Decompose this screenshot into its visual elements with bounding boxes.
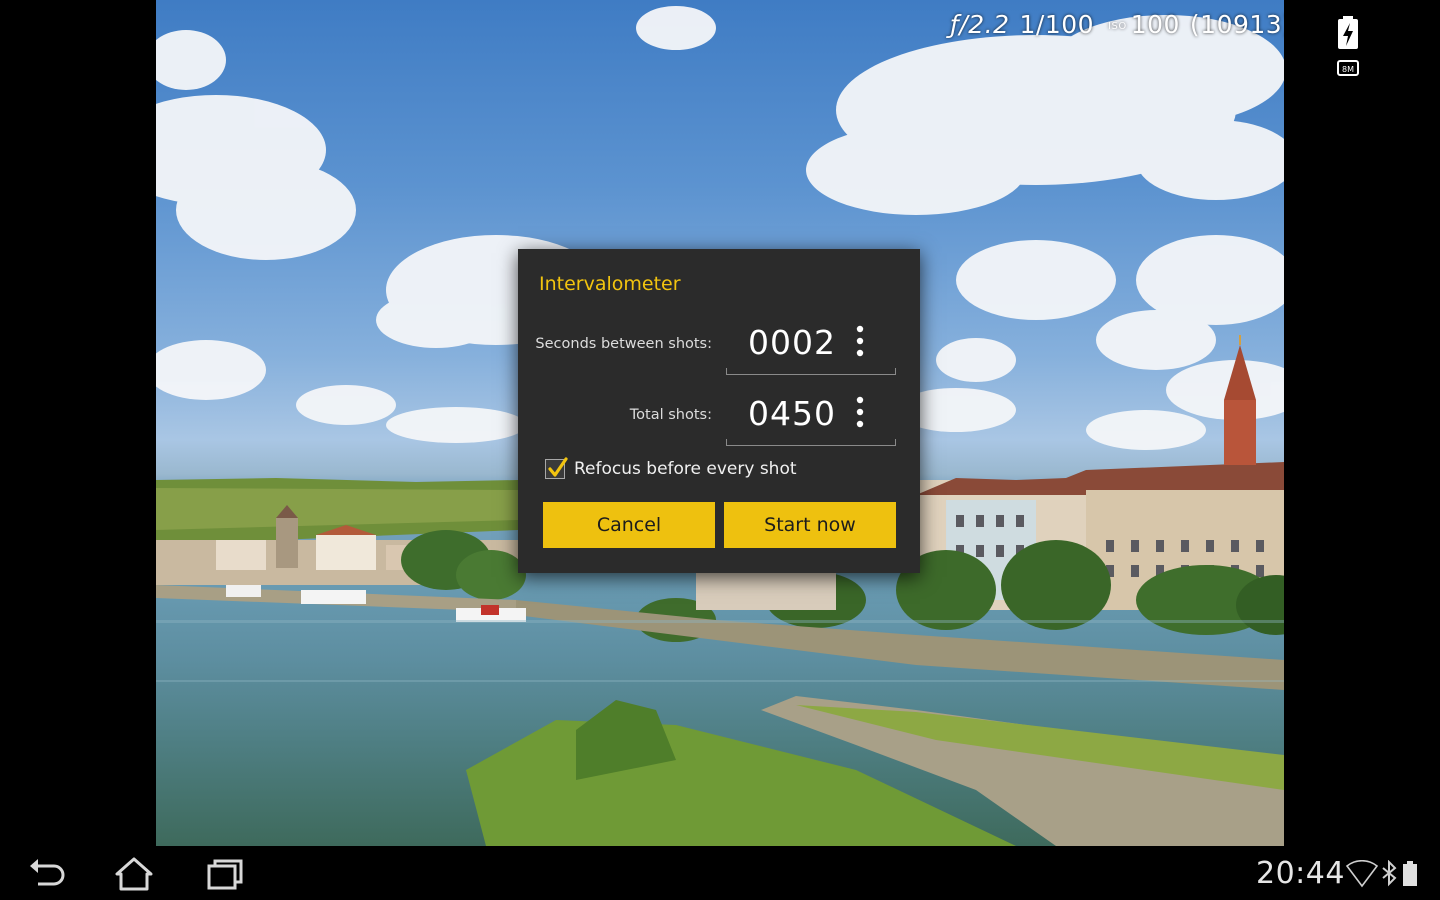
total-shots-field[interactable]: 0450 bbox=[726, 388, 896, 446]
camera-side-status: 8M bbox=[1330, 16, 1366, 76]
back-icon[interactable] bbox=[24, 856, 68, 892]
shutter-value: 1/100 bbox=[1019, 10, 1095, 39]
refocus-checkbox[interactable] bbox=[545, 457, 568, 479]
iso-value: 100 bbox=[1130, 10, 1180, 39]
recent-apps-icon[interactable] bbox=[203, 856, 247, 892]
dialog-title: Intervalometer bbox=[539, 273, 681, 295]
wifi-icon bbox=[1345, 860, 1379, 888]
seconds-between-shots-label: Seconds between shots: bbox=[535, 336, 712, 352]
seconds-between-shots-value[interactable]: 0002 bbox=[748, 323, 836, 362]
home-icon[interactable] bbox=[112, 856, 156, 892]
status-clock: 20:44 bbox=[1256, 856, 1345, 891]
more-vert-icon[interactable] bbox=[854, 396, 866, 428]
total-shots-label: Total shots: bbox=[629, 407, 712, 423]
intervalometer-dialog: Intervalometer Seconds between shots: 00… bbox=[518, 249, 920, 573]
system-navigation-bar bbox=[0, 846, 1440, 900]
refocus-checkbox-row[interactable]: Refocus before every shot bbox=[545, 457, 797, 481]
flash-icon[interactable] bbox=[1337, 16, 1359, 50]
storage-icon: 8M bbox=[1337, 60, 1359, 76]
iso-label: ISO bbox=[1108, 20, 1127, 32]
camera-exposure-readout: ƒ/2.21/100ISO100(10913)+0 bbox=[950, 10, 1284, 44]
bluetooth-icon bbox=[1382, 860, 1397, 887]
storage-label: 8M bbox=[1342, 65, 1354, 74]
aperture-value: ƒ/2.2 bbox=[950, 10, 1010, 39]
system-status-icons bbox=[1345, 860, 1417, 888]
seconds-between-shots-field[interactable]: 0002 bbox=[726, 317, 896, 375]
more-vert-icon[interactable] bbox=[854, 325, 866, 357]
refocus-label[interactable]: Refocus before every shot bbox=[574, 459, 797, 479]
checkmark-icon bbox=[548, 457, 568, 477]
start-now-button[interactable]: Start now bbox=[724, 502, 896, 548]
total-shots-value[interactable]: 0450 bbox=[748, 394, 836, 433]
battery-icon bbox=[1403, 861, 1417, 886]
cancel-button[interactable]: Cancel bbox=[543, 502, 715, 548]
shots-remaining: (10913) bbox=[1189, 10, 1284, 39]
